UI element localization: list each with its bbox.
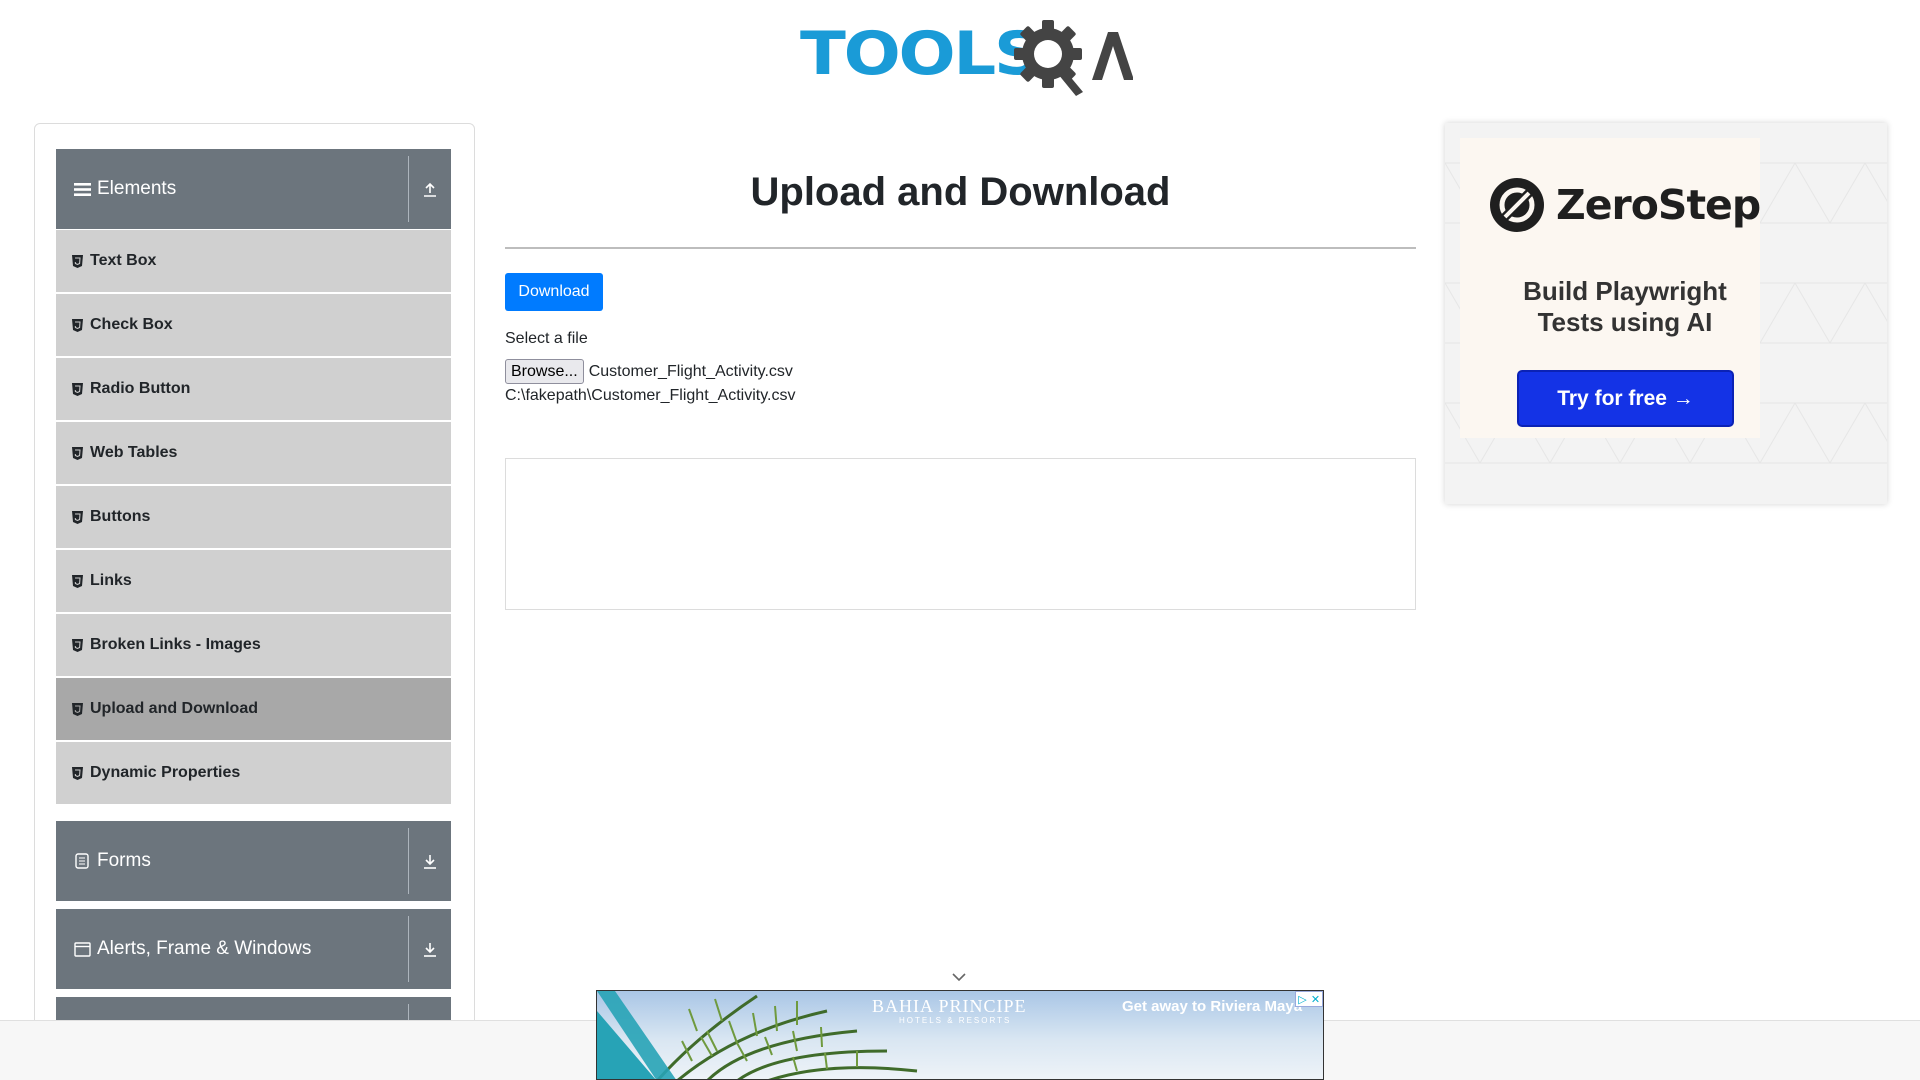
html5-icon [71,382,83,396]
adchoices-icon[interactable]: ▷ [1296,992,1309,1006]
group-elements[interactable]: Elements [56,149,451,229]
html5-icon [71,574,83,588]
logo-gear-icon [1014,20,1133,96]
collapse-up-icon[interactable] [409,181,451,197]
sidebar-item-label: Check Box [90,316,173,333]
ad-card: ZeroStep Build Playwright Tests using AI… [1460,138,1761,438]
adchoices-controls: ▷ ✕ [1295,991,1323,1007]
logo-text: TOOLS [800,19,1042,89]
sidebar-item-label: Radio Button [90,380,191,397]
sidebar-item-label: Web Tables [90,444,178,461]
elements-menu: Text Box Check Box Radio Button Web Tabl… [56,230,451,806]
html5-icon [71,254,83,268]
sidebar-item-web-tables[interactable]: Web Tables [56,422,451,484]
sidebar-item-label: Broken Links - Images [90,636,261,653]
ad-slogan: Get away to Riviera Maya [1122,998,1303,1015]
expand-down-icon[interactable] [409,853,451,869]
zerostep-logo-icon [1490,178,1544,232]
sidebar-item-label: Text Box [90,252,157,269]
group-forms[interactable]: Forms [56,821,451,901]
group-label: Alerts, Frame & Windows [97,938,312,959]
hamburger-icon [73,180,91,198]
group-label: Forms [97,850,151,871]
file-upload-input[interactable]: Browse... Customer_Flight_Activity.csv [505,359,793,384]
ad-tagline-line1: Build Playwright [1523,276,1727,306]
form-icon [73,852,91,870]
group-label: Elements [97,178,177,199]
browse-button[interactable]: Browse... [505,359,584,384]
html5-icon [71,318,83,332]
zerostep-name: ZeroStep [1556,181,1761,229]
html5-icon [71,446,83,460]
chevron-down-icon[interactable] [950,970,968,984]
html5-icon [71,638,83,652]
title-divider [505,247,1416,249]
ad-tagline: Build Playwright Tests using AI [1460,276,1790,338]
sidebar-item-links[interactable]: Links [56,550,451,612]
sidebar-item-buttons[interactable]: Buttons [56,486,451,548]
bahia-principe-brand: BAHIA PRINCIPE [872,996,1027,1016]
sidebar-item-label: Dynamic Properties [90,764,241,781]
window-icon [73,940,91,958]
sidebar-item-upload-and-download[interactable]: Upload and Download [56,678,451,740]
sidebar-item-radio-button[interactable]: Radio Button [56,358,451,420]
sidebar-item-label: Upload and Download [90,700,258,717]
ad-placeholder-box [505,458,1416,610]
uploaded-file-path: C:\fakepath\Customer_Flight_Activity.csv [505,387,796,404]
selected-file-name: Customer_Flight_Activity.csv [588,362,793,380]
sidebar-item-dynamic-properties[interactable]: Dynamic Properties [56,742,451,804]
zerostep-brand: ZeroStep [1490,178,1761,232]
close-icon[interactable]: ✕ [1309,992,1322,1006]
sidebar-item-text-box[interactable]: Text Box [56,230,451,292]
expand-down-icon[interactable] [409,941,451,957]
group-alerts-frame-windows[interactable]: Alerts, Frame & Windows [56,909,451,989]
bahia-principe-sub: HOTELS & RESORTS [899,1016,1012,1025]
select-file-label: Select a file [505,330,588,347]
html5-icon [71,766,83,780]
html5-icon [71,510,83,524]
ad-tagline-line2: Tests using AI [1537,307,1713,337]
page: TOOLS Elements Text Box Check Box Radio … [0,0,1920,1080]
toolsqa-logo[interactable]: TOOLS [800,14,1133,96]
sidebar-item-label: Buttons [90,508,151,525]
html5-icon [71,702,83,716]
sidebar-item-label: Links [90,572,132,589]
zerostep-ad[interactable]: ZeroStep Build Playwright Tests using AI… [1445,123,1887,504]
bahia-principe-ad[interactable]: BAHIA PRINCIPE HOTELS & RESORTS Get away… [596,990,1324,1080]
page-title: Upload and Download [750,170,1171,214]
sidebar-item-broken-links[interactable]: Broken Links - Images [56,614,451,676]
download-button[interactable]: Download [505,273,603,311]
sidebar: Elements Text Box Check Box Radio Button… [34,123,475,1080]
sidebar-item-check-box[interactable]: Check Box [56,294,451,356]
try-for-free-button[interactable]: Try for free → [1517,370,1734,427]
